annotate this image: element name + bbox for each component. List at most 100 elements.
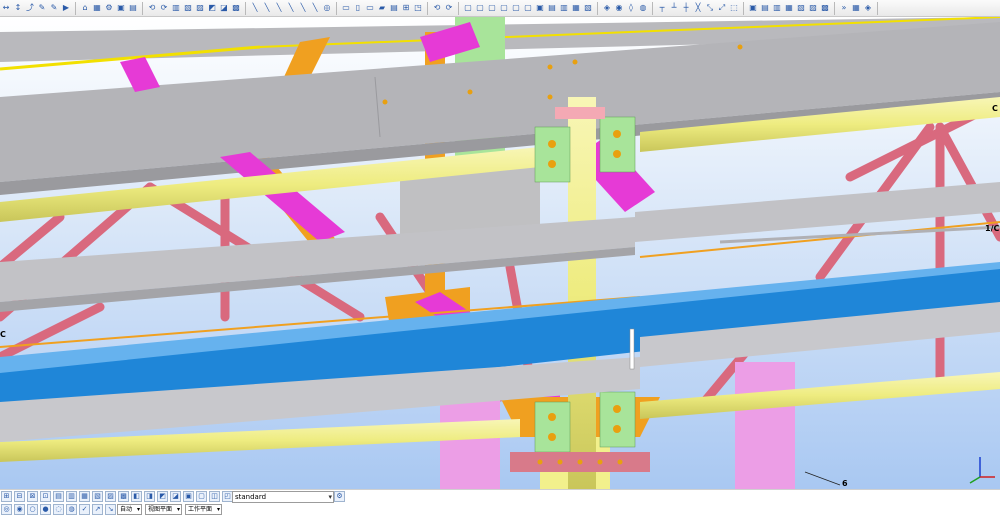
toolbar-button-icon[interactable]: ▢: [475, 3, 485, 13]
toolbar-button-icon[interactable]: ┬: [657, 3, 667, 13]
toolbar-button-icon[interactable]: ╲: [274, 3, 284, 13]
snap-button-icon[interactable]: ▤: [53, 491, 64, 502]
toolbar-button-icon[interactable]: ⚙: [104, 3, 114, 13]
view-settings-combo[interactable]: standard ▾: [232, 491, 334, 503]
toolbar-button-icon[interactable]: ⬚: [729, 3, 739, 13]
toolbar-button-icon[interactable]: ▦: [784, 3, 794, 13]
plane-select[interactable]: 视图平面 ▾: [145, 503, 183, 515]
toolbar-button-icon[interactable]: ▥: [772, 3, 782, 13]
toolbar-button-icon[interactable]: ▢: [463, 3, 473, 13]
toolbar-button-icon[interactable]: ╲: [286, 3, 296, 13]
snap-button-icon[interactable]: ⊡: [40, 491, 51, 502]
snap-button-icon[interactable]: ▧: [92, 491, 103, 502]
toolbar-button-icon[interactable]: ▧: [183, 3, 193, 13]
toolbar-button-icon[interactable]: ◎: [322, 3, 332, 13]
toolbar-button-icon[interactable]: ╲: [298, 3, 308, 13]
plane-select[interactable]: 自动 ▾: [117, 503, 143, 515]
snap-button-icon[interactable]: ◨: [144, 491, 155, 502]
chevron-down-icon[interactable]: ▾: [137, 505, 140, 514]
snap-button-icon[interactable]: ▨: [105, 491, 116, 502]
plane-button-icon[interactable]: ◉: [14, 503, 25, 515]
toolbar-button-icon[interactable]: ▢: [511, 3, 521, 13]
toolbar-button-icon[interactable]: ▤: [760, 3, 770, 13]
chevron-down-icon[interactable]: ▾: [328, 492, 332, 502]
toolbar-button-icon[interactable]: ▧: [583, 3, 593, 13]
snap-button-icon[interactable]: ◧: [131, 491, 142, 502]
toolbar-button-icon[interactable]: ◉: [614, 3, 624, 13]
toolbar-button-icon[interactable]: ◊: [626, 3, 636, 13]
toolbar-button-icon[interactable]: ✎: [49, 3, 59, 13]
snap-button-icon[interactable]: ▢: [196, 491, 207, 502]
toolbar-button-icon[interactable]: ⤴: [25, 3, 35, 13]
toolbar-button-icon[interactable]: ▭: [341, 3, 351, 13]
settings-icon[interactable]: ⚙: [334, 491, 345, 502]
toolbar-button-icon[interactable]: ▦: [92, 3, 102, 13]
plane-button-icon[interactable]: ✓: [79, 503, 90, 515]
snap-button-icon[interactable]: ▣: [183, 491, 194, 502]
toolbar-button-icon[interactable]: ▩: [820, 3, 830, 13]
toolbar-button-icon[interactable]: ⟲: [432, 3, 442, 13]
toolbar-button-icon[interactable]: ⌂: [80, 3, 90, 13]
toolbar-button-icon[interactable]: ▦: [851, 3, 861, 13]
toolbar-button-icon[interactable]: ▥: [171, 3, 181, 13]
plane-button-icon[interactable]: ◎: [1, 503, 12, 515]
plane-button-icon[interactable]: ◍: [66, 503, 77, 515]
toolbar-button-icon[interactable]: ┴: [669, 3, 679, 13]
toolbar-button-icon[interactable]: ▯: [353, 3, 363, 13]
chevron-down-icon[interactable]: ▾: [177, 505, 180, 514]
toolbar-button-icon[interactable]: ⟳: [444, 3, 454, 13]
toolbar-button-icon[interactable]: ↔: [1, 3, 11, 13]
toolbar-button-icon[interactable]: ◍: [638, 3, 648, 13]
plane-select[interactable]: 工作平面 ▾: [185, 503, 223, 515]
toolbar-button-icon[interactable]: ▢: [487, 3, 497, 13]
toolbar-button-icon[interactable]: ⟳: [159, 3, 169, 13]
toolbar-button-icon[interactable]: ▨: [195, 3, 205, 13]
toolbar-button-icon[interactable]: ╳: [693, 3, 703, 13]
toolbar-button-icon[interactable]: ┼: [681, 3, 691, 13]
toolbar-button-icon[interactable]: ▦: [571, 3, 581, 13]
toolbar-button-icon[interactable]: ╲: [250, 3, 260, 13]
toolbar-button-icon[interactable]: ↕: [13, 3, 23, 13]
toolbar-button-icon[interactable]: ▤: [547, 3, 557, 13]
snap-button-icon[interactable]: ⊠: [27, 491, 38, 502]
plane-button-icon[interactable]: ↗: [92, 503, 103, 515]
chevron-down-icon[interactable]: ▾: [217, 505, 220, 514]
toolbar-button-icon[interactable]: »: [839, 3, 849, 13]
toolbar-button-icon[interactable]: ⟲: [147, 3, 157, 13]
snap-button-icon[interactable]: ◪: [170, 491, 181, 502]
toolbar-button-icon[interactable]: ▣: [748, 3, 758, 13]
toolbar-button-icon[interactable]: ▶: [61, 3, 71, 13]
toolbar-button-icon[interactable]: ▤: [128, 3, 138, 13]
toolbar-button-icon[interactable]: ▧: [796, 3, 806, 13]
toolbar-button-icon[interactable]: ▭: [365, 3, 375, 13]
snap-button-icon[interactable]: ⊟: [14, 491, 25, 502]
toolbar-button-icon[interactable]: ◩: [207, 3, 217, 13]
toolbar-button-icon[interactable]: ▤: [389, 3, 399, 13]
toolbar-button-icon[interactable]: ▩: [231, 3, 241, 13]
snap-button-icon[interactable]: ◩: [157, 491, 168, 502]
snap-button-icon[interactable]: ▩: [118, 491, 129, 502]
toolbar-button-icon[interactable]: ◪: [219, 3, 229, 13]
toolbar-button-icon[interactable]: ◈: [602, 3, 612, 13]
plane-button-icon[interactable]: ◌: [53, 503, 64, 515]
toolbar-button-icon[interactable]: ⤡: [705, 3, 715, 13]
3d-model-view[interactable]: [0, 17, 1000, 489]
toolbar-button-icon[interactable]: ⊞: [401, 3, 411, 13]
snap-button-icon[interactable]: ▦: [79, 491, 90, 502]
plane-button-icon[interactable]: ○: [27, 503, 38, 515]
toolbar-button-icon[interactable]: ◳: [413, 3, 423, 13]
toolbar-button-icon[interactable]: ▥: [559, 3, 569, 13]
toolbar-button-icon[interactable]: ╲: [310, 3, 320, 13]
toolbar-button-icon[interactable]: ⤢: [717, 3, 727, 13]
toolbar-button-icon[interactable]: ▢: [523, 3, 533, 13]
toolbar-button-icon[interactable]: ✎: [37, 3, 47, 13]
toolbar-button-icon[interactable]: ▣: [535, 3, 545, 13]
toolbar-button-icon[interactable]: ╲: [262, 3, 272, 13]
toolbar-button-icon[interactable]: ◈: [863, 3, 873, 13]
toolbar-button-icon[interactable]: ▨: [808, 3, 818, 13]
plane-button-icon[interactable]: ●: [40, 503, 51, 515]
toolbar-button-icon[interactable]: ▣: [116, 3, 126, 13]
model-viewport[interactable]: C C 1/C 6: [0, 17, 1000, 489]
snap-button-icon[interactable]: ▥: [66, 491, 77, 502]
snap-button-icon[interactable]: ⊞: [1, 491, 12, 502]
